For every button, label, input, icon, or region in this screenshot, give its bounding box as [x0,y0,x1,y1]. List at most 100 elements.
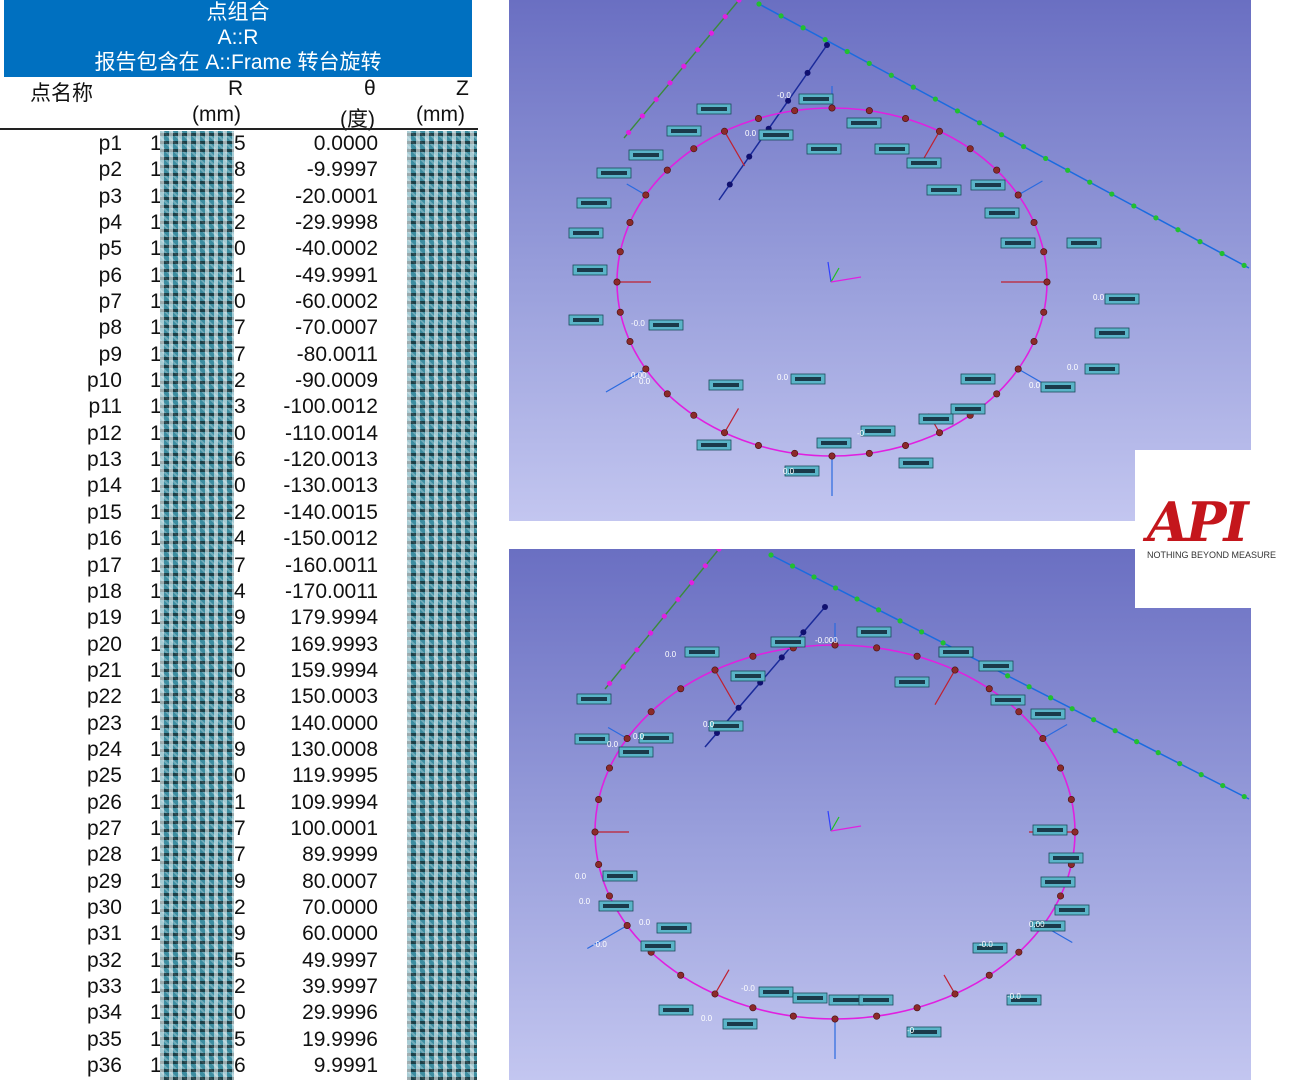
point-name-cell: p17 [86,553,122,577]
measured-point-marker [677,971,685,979]
api-logo: API NOTHING BEYOND MEASURE [1135,450,1276,608]
reference-point-green [954,108,961,114]
reference-point-green [768,552,774,558]
reference-point-green [1109,191,1115,197]
redacted-value-label-text [581,201,607,205]
redacted-value-label-text [865,429,891,433]
measured-point-marker [873,644,881,652]
redacted-value-label-text [911,161,937,165]
3d-viewport-top[interactable]: 0.0 -0.0 -0.0 0.0 0.0 0.00 0.0 -0 0.0 0.0 0.0 [509,0,1251,521]
redacted-value-label-text [661,926,687,930]
deviation-value-text: 0.0 [1029,381,1041,390]
probe-point [735,704,742,711]
point-name-cell: p32 [86,948,122,972]
reference-point-green [1241,262,1247,268]
redacted-value-label-text [623,750,649,754]
measured-point-marker [677,685,685,693]
redacted-value-label-text [861,630,887,634]
reference-point-green [1219,250,1225,257]
measured-point-marker [828,104,836,112]
point-name-cell: p6 [98,263,122,287]
r-value-tail-cell: 0 [234,237,246,261]
measured-point-marker [1039,735,1047,743]
reference-point-green [1048,695,1054,701]
reference-point-magenta [661,613,667,619]
point-name-cell: p34 [86,1001,122,1025]
point-name-cell: p21 [86,658,122,682]
measured-point-marker [749,1004,757,1012]
r-value-tail-cell: 2 [234,895,246,919]
axis-y-line [830,267,840,283]
probe-point [800,629,807,636]
redacted-value-label-text [763,133,789,137]
measured-point-marker [873,1012,881,1020]
point-name-cell: p27 [86,816,122,840]
redacted-value-label-text [965,377,991,381]
measured-point-marker [711,666,719,674]
reference-point-green [1197,239,1203,245]
redacted-z-values [407,131,477,1080]
redacted-value-label-text [577,268,603,272]
deviation-value-text: 0.0 [777,373,789,382]
deviation-value-text: 0.0 [1093,293,1105,302]
redacted-r-values [160,131,234,1080]
deviation-value-text: 0.00 [1029,920,1045,929]
measured-point-marker [1015,708,1023,716]
r-value-tail-cell: 7 [234,843,246,867]
redacted-value-label-text [633,153,659,157]
r-value-tail-cell: 5 [234,948,246,972]
redacted-value-label-text [903,461,929,465]
redacted-value-label-text [573,318,599,322]
redacted-value-label-text [795,377,821,381]
theta-value-cell: 89.9999 [302,843,378,867]
reference-point-green [1065,167,1071,173]
reference-point-green [888,72,894,78]
r-value-tail-cell: 5 [234,132,246,155]
measured-point-marker [993,166,1001,174]
reference-point-green [1021,143,1027,150]
viewport-bottom-canvas[interactable]: -0.000 0.0 0.0 0.0 0.0 0.0 0.0 -0.0 0.00 -0.0 0.0 -… [509,549,1251,1080]
theta-value-cell: 140.0000 [290,711,378,735]
point-name-cell: p7 [98,290,122,314]
reference-point-green [918,629,925,635]
theta-value-cell: -90.0009 [295,369,378,393]
point-name-cell: p8 [98,316,122,340]
theta-value-cell: -150.0012 [283,527,378,551]
deviation-value-text: -0.0 [777,91,791,100]
measured-point-marker [1014,365,1022,373]
redacted-value-label-text [1037,828,1063,832]
theta-value-cell: -20.0001 [295,184,378,208]
theta-value-cell: -70.0007 [295,316,378,340]
redacted-value-label-text [995,698,1021,702]
r-value-tail-cell: 0 [234,421,246,445]
3d-viewport-bottom[interactable]: -0.000 0.0 0.0 0.0 0.0 0.0 0.0 -0.0 0.00 -0.0 0.0 -… [509,549,1251,1080]
reference-point-green [866,60,872,66]
measured-point-marker [642,191,650,199]
r-value-tail-cell: 0 [234,290,246,314]
r-value-tail-cell: 4 [234,579,246,603]
reference-point-green [844,48,850,55]
report-caption: 报告包含在 A::Frame 转台旋转 [94,51,382,74]
redacted-value-label-text [899,680,925,684]
redacted-value-label-text [1071,241,1097,245]
deviation-value-text: -0.0 [593,940,607,949]
reference-point-green [1087,179,1093,185]
redacted-value-label-text [645,944,671,948]
reference-point-green [854,596,860,602]
theta-value-cell: 109.9994 [290,790,378,814]
measured-point-marker [935,429,943,437]
axis-x-line [830,276,862,283]
r-value-tail-cell: 2 [234,500,246,524]
measured-point-marker [828,452,836,460]
redacted-value-label-text [1059,908,1085,912]
viewport-top-canvas[interactable]: 0.0-0.0-0.00.00.00.000.0-00.00.00.0 [509,0,1251,521]
point-name-cell: p9 [98,342,122,366]
probe-point [778,654,785,661]
r-value-tail-cell: 8 [234,685,246,709]
reference-point-green [932,96,938,102]
redacted-value-label-text [1099,331,1125,335]
redacted-value-label-text [735,674,761,678]
r-value-tail-cell: 0 [234,711,246,735]
theta-value-cell: -60.0002 [295,290,378,314]
theta-value-cell: 100.0001 [290,816,378,840]
